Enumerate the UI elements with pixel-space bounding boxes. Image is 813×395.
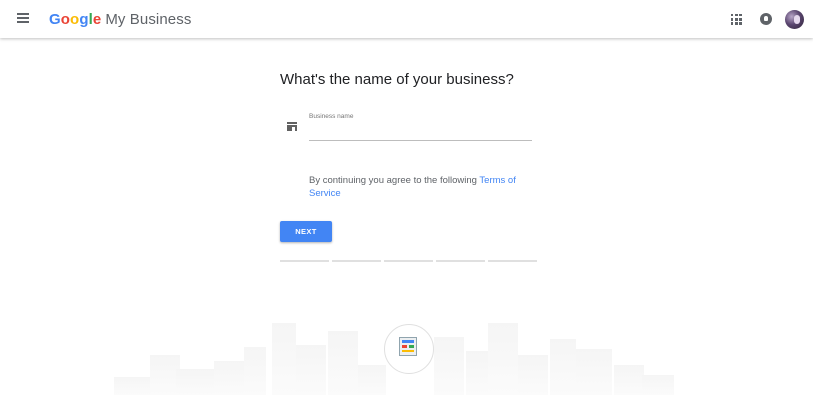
menu-icon[interactable] xyxy=(17,13,29,23)
progress-step xyxy=(488,260,537,262)
terms-text: By continuing you agree to the following xyxy=(309,175,480,186)
progress-step xyxy=(280,260,329,262)
product-name: My Business xyxy=(105,11,192,28)
progress-step xyxy=(332,260,381,262)
account-avatar[interactable] xyxy=(785,10,804,29)
business-name-label: Business name xyxy=(309,113,354,120)
progress-step xyxy=(384,260,433,262)
business-name-input[interactable] xyxy=(309,122,532,141)
apps-grid-icon[interactable] xyxy=(731,14,742,25)
terms-notice: By continuing you agree to the following… xyxy=(309,174,534,200)
progress-step xyxy=(436,260,485,262)
next-button[interactable]: NEXT xyxy=(280,221,332,242)
progress-indicator xyxy=(280,260,538,262)
google-my-business-logo[interactable]: Google My Business xyxy=(49,11,191,28)
storefront-sign-icon xyxy=(399,337,417,358)
store-icon xyxy=(287,122,297,131)
notifications-icon[interactable] xyxy=(760,13,772,25)
top-app-bar: Google My Business xyxy=(0,0,813,38)
page-title: What's the name of your business? xyxy=(280,71,514,88)
